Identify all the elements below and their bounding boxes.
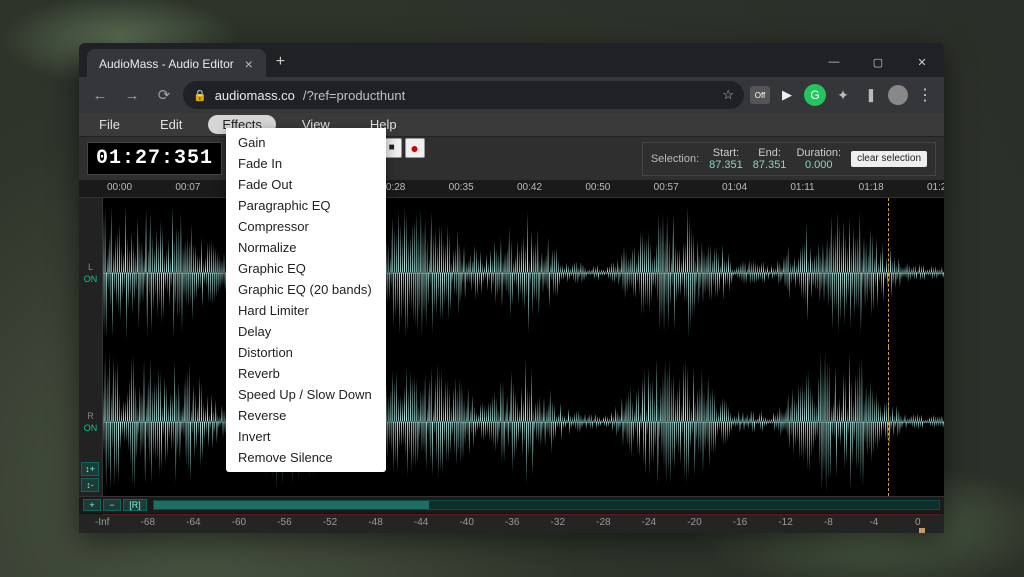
extensions-icon[interactable]: ✦ [832,84,854,106]
maximize-icon[interactable]: ▢ [856,47,900,77]
extension-tag-icon[interactable]: ▶ [776,84,798,106]
browser-tab[interactable]: AudioMass - Audio Editor × [87,49,266,77]
effects-menu-item[interactable]: Delay [226,321,386,342]
bookmark-star-icon[interactable]: ☆ [722,87,734,103]
zoom-vertical-buttons: ↕+ ↕- [81,462,99,492]
forward-icon[interactable]: → [119,82,145,108]
audiomass-app: File Edit Effects View Help 01:27:351 0 … [79,113,944,533]
channel-right: RON ↕+ ↕- [79,347,944,496]
effects-menu-item[interactable]: Fade Out [226,174,386,195]
extension-grammarly-icon[interactable]: G [804,84,826,106]
effects-menu-item[interactable]: Graphic EQ [226,258,386,279]
effects-menu-item[interactable]: Remove Silence [226,447,386,468]
db-tick: -56 [277,517,291,528]
timeline-tick: 01:11 [790,182,814,193]
effects-menu-item[interactable]: Invert [226,426,386,447]
browser-menu-icon[interactable]: ⋮ [914,84,936,106]
address-bar: ← → ⟳ 🔒 audiomass.co/?ref=producthunt ☆ … [79,77,944,113]
zoom-out-button[interactable]: − [103,499,121,511]
zoom-in-vert-button[interactable]: ↕+ [81,462,99,476]
db-tick: -60 [232,517,246,528]
timeline-tick: 00:07 [175,182,200,193]
playhead-cursor [888,347,889,496]
lock-icon: 🔒 [193,89,207,102]
db-tick: -68 [141,517,155,528]
effects-menu-item[interactable]: Normalize [226,237,386,258]
db-tick: 0 [915,517,921,528]
effects-menu-item[interactable]: Graphic EQ (20 bands) [226,279,386,300]
db-tick: -16 [733,517,747,528]
minimize-icon[interactable]: — [812,47,856,77]
timeline-tick: 01:18 [859,182,884,193]
back-icon[interactable]: ← [87,82,113,108]
timeline-tick: 00:50 [585,182,610,193]
db-tick: -36 [505,517,519,528]
url-path: /?ref=producthunt [303,88,405,103]
db-tick: -32 [551,517,565,528]
effects-menu-item[interactable]: Distortion [226,342,386,363]
effects-dropdown: GainFade InFade OutParagraphic EQCompres… [226,128,386,472]
effects-menu-item[interactable]: Fade In [226,153,386,174]
effects-menu-item[interactable]: Paragraphic EQ [226,195,386,216]
tab-title: AudioMass - Audio Editor [99,57,234,71]
selection-label: Selection: [651,153,699,165]
url-field[interactable]: 🔒 audiomass.co /?ref=producthunt ☆ [183,81,744,109]
playhead-cursor [888,198,889,347]
effects-menu-item[interactable]: Reverse [226,405,386,426]
url-host: audiomass.co [215,88,295,103]
menu-file[interactable]: File [79,114,140,135]
timeline-tick: 00:00 [107,182,132,193]
timeline-tick: 01:04 [722,182,747,193]
reset-zoom-button[interactable]: [R] [123,499,147,511]
zoom-out-vert-button[interactable]: ↕- [81,478,99,492]
db-tick: -48 [368,517,382,528]
menu-bar: File Edit Effects View Help [79,113,944,137]
transport-button-7[interactable]: ● [405,138,425,158]
db-tick: -4 [869,517,878,528]
db-tick: -Inf [95,517,109,528]
db-tick: -24 [642,517,656,528]
db-meter-scale: -Inf-68-64-60-56-52-48-44-40-36-32-28-24… [79,513,944,533]
selection-readout: Selection: Start:87.351 End:87.351 Durat… [642,142,936,176]
bottom-bar: + − [R] [79,497,944,513]
db-tick: -40 [459,517,473,528]
browser-window: AudioMass - Audio Editor × + — ▢ ✕ ← → ⟳… [79,43,944,533]
zoom-in-button[interactable]: + [83,499,101,511]
horizontal-scrollbar[interactable] [153,500,940,510]
db-tick: -64 [186,517,200,528]
titlebar: AudioMass - Audio Editor × + — ▢ ✕ [79,43,944,77]
db-tick: -28 [596,517,610,528]
reload-icon[interactable]: ⟳ [151,82,177,108]
waveform-area: LON RON ↕+ ↕- [79,197,944,497]
timeline-tick: 00:42 [517,182,542,193]
toolbar: 01:27:351 0 0 ⟲▦⏮⏪⏩⏭■● S Selection: Star… [79,137,944,181]
db-tick: -52 [323,517,337,528]
timeline-tick: 00:35 [449,182,474,193]
extension-off-icon[interactable]: Off [750,86,770,104]
close-window-icon[interactable]: ✕ [900,47,944,77]
timeline-ruler[interactable]: 00:0000:0700:1400:2800:3500:4200:5000:57… [79,181,944,197]
timeline-tick: 00:57 [654,182,679,193]
effects-menu-item[interactable]: Gain [226,132,386,153]
reading-list-icon[interactable]: ❚ [860,84,882,106]
timeline-tick: 01:25 [927,182,944,193]
db-tick: -12 [778,517,792,528]
menu-edit[interactable]: Edit [140,114,202,135]
effects-menu-item[interactable]: Speed Up / Slow Down [226,384,386,405]
db-tick: -8 [824,517,833,528]
db-tick: -20 [687,517,701,528]
db-tick: -44 [414,517,428,528]
effects-menu-item[interactable]: Hard Limiter [226,300,386,321]
effects-menu-item[interactable]: Compressor [226,216,386,237]
channel-left: LON [79,198,944,347]
clear-selection-button[interactable]: clear selection [851,151,927,167]
effects-menu-item[interactable]: Reverb [226,363,386,384]
profile-avatar-icon[interactable] [888,85,908,105]
close-tab-icon[interactable]: × [242,57,256,71]
new-tab-button[interactable]: + [266,47,295,77]
time-display: 01:27:351 [87,142,222,175]
